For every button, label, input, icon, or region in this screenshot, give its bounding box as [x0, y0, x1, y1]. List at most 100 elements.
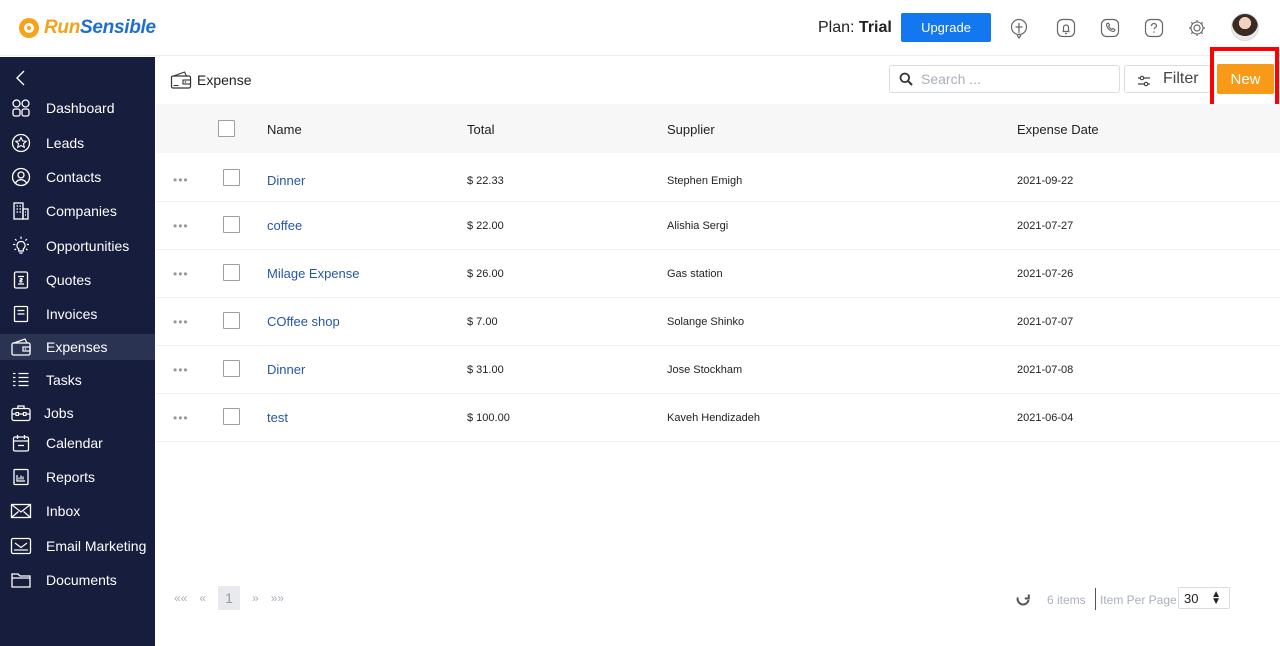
sidebar-item-inbox[interactable]: Inbox [0, 498, 155, 524]
table-row[interactable]: ••• COffee shop $ 7.00 Solange Shinko 20… [156, 298, 1280, 346]
column-header-name[interactable]: Name [267, 122, 302, 137]
phone-icon[interactable] [1099, 17, 1121, 39]
filter-label: Filter [1163, 70, 1199, 87]
wallet-icon [170, 70, 192, 90]
sidebar-item-label: Quotes [46, 272, 92, 288]
expense-name-link[interactable]: Milage Expense [267, 266, 360, 281]
sidebar-item-leads[interactable]: Leads [0, 130, 155, 156]
sidebar-item-label: Invoices [46, 306, 98, 322]
expense-name-link[interactable]: Dinner [267, 173, 305, 188]
plan-indicator: Plan: Trial [818, 19, 892, 36]
sidebar-item-reports[interactable]: Reports [0, 464, 155, 490]
row-checkbox[interactable] [223, 216, 240, 233]
folder-icon [10, 569, 32, 591]
row-checkbox[interactable] [223, 408, 240, 425]
expense-name-link[interactable]: Dinner [267, 362, 305, 377]
sidebar-item-label: Documents [46, 572, 117, 588]
wallet-icon [10, 336, 32, 358]
sidebar-item-label: Tasks [46, 372, 82, 388]
first-page-button[interactable]: «« [174, 591, 187, 605]
sidebar-item-label: Reports [46, 469, 96, 485]
sidebar-item-expenses[interactable]: Expenses [0, 334, 155, 360]
row-checkbox[interactable] [223, 264, 240, 281]
sidebar-item-tasks[interactable]: Tasks [0, 367, 155, 393]
table-row[interactable]: ••• Dinner $ 31.00 Jose Stockham 2021-07… [156, 346, 1280, 394]
collapse-sidebar-icon[interactable] [13, 69, 29, 87]
row-checkbox[interactable] [223, 360, 240, 377]
sidebar-item-calendar[interactable]: Calendar [0, 430, 155, 456]
column-header-expense-date[interactable]: Expense Date [1017, 122, 1099, 137]
row-actions-icon[interactable]: ••• [173, 412, 189, 424]
row-actions-icon[interactable]: ••• [173, 316, 189, 328]
column-header-supplier[interactable]: Supplier [667, 122, 715, 137]
column-header-total[interactable]: Total [467, 122, 494, 137]
last-page-button[interactable]: »» [271, 591, 284, 605]
prev-page-button[interactable]: « [199, 591, 206, 605]
contact-icon [10, 166, 32, 188]
page-number-button[interactable]: 1 [218, 585, 241, 610]
quick-add-icon[interactable] [1008, 17, 1030, 39]
search-input[interactable] [921, 71, 1111, 87]
expense-date: 2021-06-04 [1017, 412, 1074, 424]
calendar-icon [10, 432, 32, 454]
filter-sliders-icon [1137, 74, 1151, 92]
row-checkbox[interactable] [223, 169, 240, 186]
logo-mark-icon [19, 18, 39, 38]
page-title: Expense [197, 72, 252, 88]
sidebar-item-documents[interactable]: Documents [0, 567, 155, 593]
sidebar-item-contacts[interactable]: Contacts [0, 164, 155, 190]
table-row[interactable]: ••• Milage Expense $ 26.00 Gas station 2… [156, 250, 1280, 298]
sidebar-item-label: Opportunities [46, 238, 130, 254]
expense-total: $ 31.00 [467, 364, 504, 376]
expense-total: $ 26.00 [467, 268, 504, 280]
sidebar-item-email-marketing[interactable]: Email Marketing [0, 533, 155, 559]
expense-date: 2021-07-27 [1017, 220, 1074, 232]
runsensible-logo[interactable]: RunSensible [19, 14, 156, 42]
row-actions-icon[interactable]: ••• [173, 364, 189, 376]
expense-supplier: Alishia Sergi [667, 220, 729, 232]
row-checkbox[interactable] [223, 312, 240, 329]
refresh-icon[interactable] [1015, 592, 1031, 608]
new-expense-button[interactable]: New [1217, 64, 1274, 94]
sidebar-item-companies[interactable]: Companies [0, 198, 155, 224]
select-arrows-icon: ▲ ▼ [1211, 589, 1221, 607]
sidebar-item-label: Email Marketing [46, 538, 147, 554]
table-row[interactable]: ••• Dinner $ 22.33 Stephen Emigh 2021-09… [156, 154, 1280, 202]
expense-total: $ 22.33 [467, 175, 504, 187]
notification-bell-icon[interactable] [1055, 17, 1077, 39]
divider [1095, 588, 1096, 610]
expense-date: 2021-09-22 [1017, 175, 1074, 187]
star-badge-icon [10, 132, 32, 154]
row-actions-icon[interactable]: ••• [173, 268, 189, 280]
expense-name-link[interactable]: COffee shop [267, 314, 340, 329]
table-row[interactable]: ••• coffee $ 22.00 Alishia Sergi 2021-07… [156, 202, 1280, 250]
sidebar-item-opportunities[interactable]: Opportunities [0, 233, 155, 259]
sidebar-item-jobs[interactable]: Jobs [0, 400, 155, 426]
quote-document-icon [10, 269, 32, 291]
per-page-value: 30 [1184, 590, 1199, 606]
next-page-button[interactable]: » [252, 591, 259, 605]
envelope-icon [10, 500, 32, 522]
row-actions-icon[interactable]: ••• [173, 174, 189, 186]
expense-date: 2021-07-26 [1017, 268, 1074, 280]
expense-total: $ 7.00 [467, 316, 498, 328]
items-count: 6 items [1047, 593, 1086, 607]
help-icon[interactable] [1143, 17, 1165, 39]
search-box [889, 65, 1120, 93]
gear-icon[interactable] [1186, 17, 1208, 39]
expense-name-link[interactable]: coffee [267, 218, 302, 233]
sidebar-item-dashboard[interactable]: Dashboard [0, 95, 155, 121]
sidebar-item-label: Calendar [46, 435, 103, 451]
row-actions-icon[interactable]: ••• [173, 220, 189, 232]
per-page-select[interactable]: 30 ▲ ▼ [1178, 587, 1230, 609]
sidebar-item-quotes[interactable]: Quotes [0, 267, 155, 293]
table-row[interactable]: ••• test $ 100.00 Kaveh Hendizadeh 2021-… [156, 394, 1280, 442]
dashboard-icon [10, 97, 32, 119]
select-all-checkbox[interactable] [218, 120, 235, 137]
expense-name-link[interactable]: test [267, 410, 288, 425]
user-avatar[interactable] [1231, 13, 1259, 41]
filter-button[interactable]: Filter [1124, 65, 1211, 93]
report-chart-icon [10, 466, 32, 488]
upgrade-button[interactable]: Upgrade [901, 13, 991, 42]
sidebar-item-invoices[interactable]: Invoices [0, 301, 155, 327]
